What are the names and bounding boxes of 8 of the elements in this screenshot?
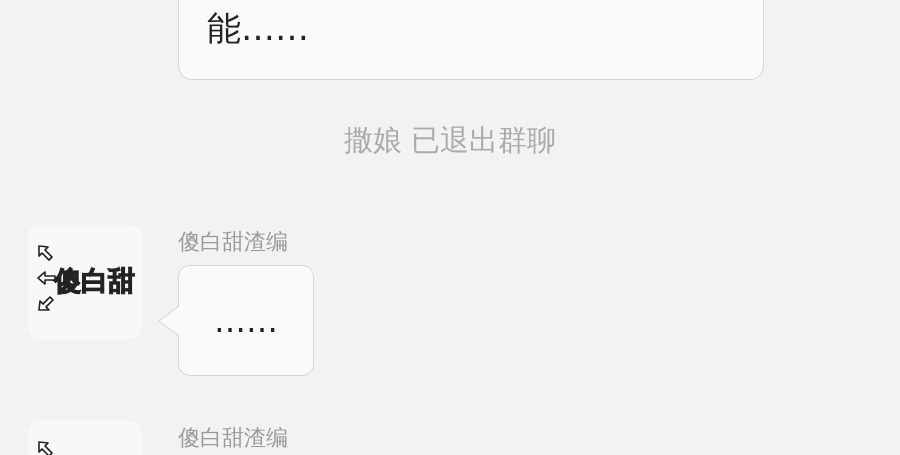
system-message: 撒娘 已退出群聊 <box>342 122 558 159</box>
sender-name: 傻白甜渣编 <box>178 425 288 453</box>
message-bubble: 能…… <box>178 0 764 80</box>
message-bubble: …… <box>178 265 314 376</box>
avatar[interactable]: 傻白甜 <box>28 225 142 339</box>
bubble-tail <box>158 306 179 336</box>
avatar-text: 傻白甜 <box>54 267 135 297</box>
sender-name: 傻白甜渣编 <box>178 229 288 257</box>
